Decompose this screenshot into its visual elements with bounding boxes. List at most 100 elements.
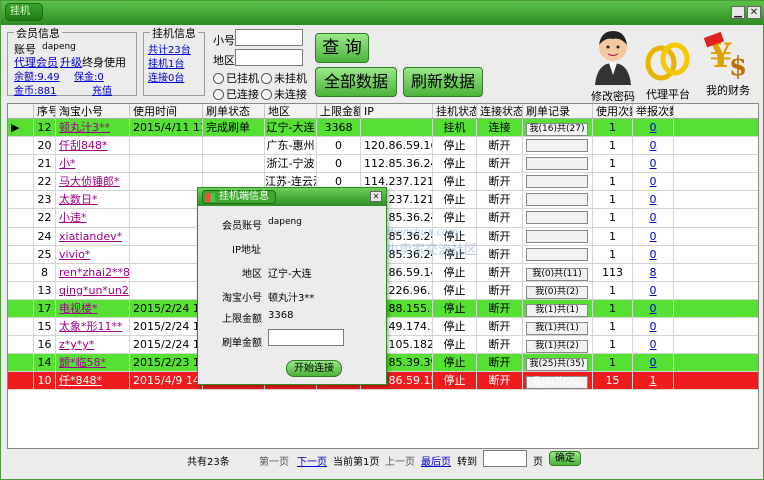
- record-button[interactable]: [526, 211, 588, 225]
- next-page-link[interactable]: 下一页: [297, 453, 327, 468]
- recharge-link[interactable]: 充值: [92, 82, 112, 97]
- column-header[interactable]: 淘宝小号: [56, 104, 130, 118]
- radio-connected[interactable]: 已连接: [213, 86, 259, 102]
- reports-link[interactable]: 0: [650, 284, 657, 297]
- app-tab[interactable]: 挂机: [5, 3, 43, 21]
- all-data-button[interactable]: 全部数据: [315, 67, 397, 97]
- reports-link[interactable]: 0: [650, 302, 657, 315]
- reports-link[interactable]: 0: [650, 121, 657, 134]
- account-link[interactable]: 电视楼*: [59, 302, 98, 315]
- cell-status: [203, 155, 265, 173]
- column-header[interactable]: 使用时间: [130, 104, 203, 118]
- column-header[interactable]: 刷单状态: [203, 104, 265, 118]
- dialog-amount-input[interactable]: [268, 329, 344, 346]
- reports-link[interactable]: 0: [650, 139, 657, 152]
- radio-not-hung[interactable]: 未挂机: [261, 70, 307, 86]
- region-input[interactable]: [235, 49, 303, 66]
- account-link[interactable]: 太象*形11**: [59, 320, 123, 333]
- reports-link[interactable]: 1: [650, 374, 657, 387]
- account-link[interactable]: 颤*临58*: [59, 356, 106, 369]
- column-header[interactable]: [8, 104, 34, 118]
- last-page-link[interactable]: 最后页: [421, 453, 451, 468]
- radio-not-connected[interactable]: 未连接: [261, 86, 307, 102]
- column-header[interactable]: 举报次数: [633, 104, 674, 118]
- reports-link[interactable]: 8: [650, 266, 657, 279]
- go-page-button[interactable]: 确定: [549, 451, 581, 466]
- small-account-input[interactable]: [235, 29, 303, 46]
- my-finance-tool[interactable]: ¥ $ 我的财务: [701, 31, 755, 98]
- cell-conn: 断开: [477, 191, 523, 209]
- dialog-close-button[interactable]: ✕: [370, 191, 382, 202]
- radio-not-hung-label: 未挂机: [274, 72, 307, 85]
- column-header[interactable]: 刷单记录: [523, 104, 593, 118]
- query-button[interactable]: 查 询: [315, 33, 369, 63]
- table-row[interactable]: 21小*浙江-宁波0112.85.36.245停止断开10: [8, 155, 758, 174]
- record-button[interactable]: 我(1)共(1): [526, 322, 588, 336]
- change-password-tool[interactable]: 修改密码: [587, 27, 639, 104]
- reports-link[interactable]: 0: [650, 211, 657, 224]
- reports-link[interactable]: 0: [650, 248, 657, 261]
- hang-client-dialog: 挂机端信息 ✕ 会员账号 dapeng IP地址 地区 辽宁-大连 淘宝小号 顿…: [197, 187, 387, 385]
- account-link[interactable]: 顿丸汁3**: [59, 121, 110, 134]
- page-input[interactable]: [483, 450, 527, 467]
- hanging-machines-link[interactable]: 挂机1台: [148, 55, 184, 70]
- cell-name: 仟*848*: [56, 372, 130, 390]
- connected-machines-link[interactable]: 连接0台: [148, 69, 184, 84]
- account-link[interactable]: 太数日*: [59, 193, 98, 206]
- record-button[interactable]: 我(25)共(35): [526, 358, 588, 372]
- record-button[interactable]: 我(1)共(2): [526, 340, 588, 354]
- reports-link[interactable]: 0: [650, 175, 657, 188]
- reports-link[interactable]: 0: [650, 338, 657, 351]
- record-button[interactable]: 我(5)共(20): [526, 376, 588, 390]
- record-button[interactable]: [526, 229, 588, 243]
- minimize-button[interactable]: ▁: [731, 6, 745, 19]
- account-link[interactable]: 小违*: [59, 211, 87, 224]
- account-link[interactable]: 小*: [59, 157, 76, 170]
- balance-link[interactable]: 余额:9.49: [14, 68, 60, 83]
- radio-hung[interactable]: 已挂机: [213, 70, 259, 86]
- account-link[interactable]: xiatiandev*: [59, 230, 122, 243]
- prev-page-link[interactable]: 上一页: [385, 453, 415, 468]
- record-button[interactable]: [526, 247, 588, 261]
- record-button[interactable]: [526, 157, 588, 171]
- start-connect-button[interactable]: 开始连接: [286, 360, 342, 377]
- cell-no: 22: [34, 173, 56, 191]
- column-header[interactable]: 使用次数: [593, 104, 633, 118]
- reports-link[interactable]: 0: [650, 320, 657, 333]
- record-button[interactable]: 我(0)共(2): [526, 285, 588, 299]
- close-button[interactable]: ✕: [747, 6, 761, 19]
- coins-link[interactable]: 金币:881: [14, 82, 56, 97]
- refresh-button[interactable]: 刷新数据: [403, 67, 483, 97]
- reports-link[interactable]: 0: [650, 157, 657, 170]
- account-link[interactable]: 马大侦锤郎*: [59, 175, 120, 188]
- account-link[interactable]: 仟刮848*: [59, 139, 108, 152]
- total-machines-link[interactable]: 共计23台: [148, 41, 191, 56]
- record-button[interactable]: [526, 139, 588, 153]
- cell-hang: 停止: [433, 173, 477, 191]
- record-button[interactable]: 我(0)共(11): [526, 267, 588, 281]
- column-header[interactable]: 挂机状态: [433, 104, 477, 118]
- account-link[interactable]: qing*un*un2**11: [59, 284, 129, 297]
- column-header[interactable]: 序号: [34, 104, 56, 118]
- record-button[interactable]: 我(16)共(27): [526, 123, 588, 136]
- record-button[interactable]: [526, 193, 588, 207]
- column-header[interactable]: 连接状态: [477, 104, 523, 118]
- reports-link[interactable]: 0: [650, 356, 657, 369]
- reports-link[interactable]: 0: [650, 193, 657, 206]
- record-button[interactable]: [526, 175, 588, 189]
- dialog-account-value: dapeng: [268, 217, 302, 227]
- column-header[interactable]: 上限金额: [317, 104, 361, 118]
- agent-platform-tool[interactable]: 代理平台: [641, 37, 695, 102]
- deposit-link[interactable]: 保金:0: [74, 68, 104, 83]
- table-row[interactable]: 20仟刮848*广东-惠州0120.86.59.160停止断开10: [8, 137, 758, 156]
- account-link[interactable]: vivio*: [59, 248, 90, 261]
- account-link[interactable]: 仟*848*: [59, 374, 102, 387]
- column-header[interactable]: 地区: [265, 104, 317, 118]
- table-row[interactable]: ▶12顿丸汁3** 2015/4/11 11:32完成刷单辽宁-大连3368 挂机连…: [8, 119, 758, 138]
- account-link[interactable]: ren*zhai2**8: [59, 266, 129, 279]
- first-page-link[interactable]: 第一页: [259, 453, 289, 468]
- account-link[interactable]: z*y*y*: [59, 338, 94, 351]
- record-button[interactable]: 我(1)共(1): [526, 303, 588, 317]
- reports-link[interactable]: 0: [650, 230, 657, 243]
- column-header[interactable]: IP: [361, 104, 433, 118]
